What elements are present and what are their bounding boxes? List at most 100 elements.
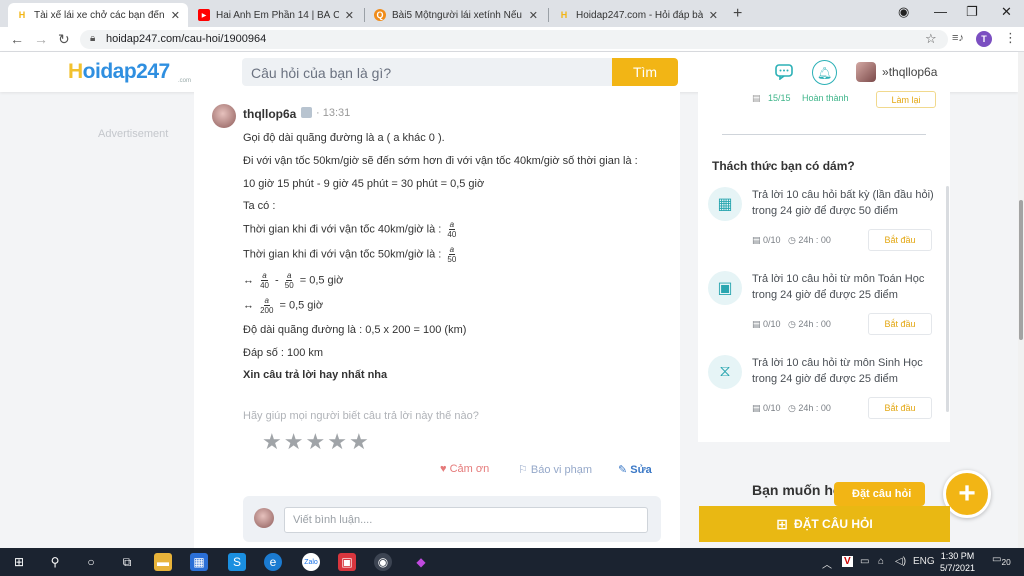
- close-tab-icon[interactable]: ✕: [709, 9, 718, 22]
- profile-avatar[interactable]: T: [976, 31, 992, 47]
- answer-username[interactable]: thqllop6a: [243, 107, 296, 121]
- comment-input[interactable]: Viết bình luận....: [284, 507, 648, 533]
- challenge-text: Trả lời 10 câu hỏi từ môn Toán Học trong…: [752, 273, 925, 301]
- tab-active[interactable]: H Tài xế lái xe chở các bạn đến rừng ✕: [8, 3, 188, 27]
- thanks-button[interactable]: ♥ Cảm ơn: [440, 463, 489, 475]
- menu-dots-icon[interactable]: ⋮: [1004, 30, 1017, 46]
- challenge-text: Trả lời 10 câu hỏi bất kỳ (lần đầu hỏi) …: [752, 189, 934, 217]
- start-challenge-button[interactable]: Bắt đầu: [868, 397, 932, 419]
- battery-icon[interactable]: ▭: [860, 556, 869, 567]
- close-window-icon[interactable]: ✕: [1001, 4, 1012, 20]
- site-header: Hoidap247 .com Câu hỏi của bạn là gì? Tì…: [0, 52, 1018, 92]
- report-button[interactable]: ⚐ Báo vi phạm: [518, 463, 592, 476]
- user-menu[interactable]: »thqllop6a: [882, 65, 937, 79]
- search-placeholder: Câu hỏi của bạn là gì?: [251, 65, 392, 81]
- fraction: a 40: [259, 271, 270, 290]
- user-avatar[interactable]: [856, 62, 876, 82]
- reload-icon[interactable]: ↻: [58, 31, 70, 48]
- clock[interactable]: 1:30 PM 5/7/2021: [940, 550, 975, 574]
- start-challenge-button[interactable]: Bắt đầu: [868, 229, 932, 251]
- fraction-numerator: a: [285, 271, 293, 281]
- close-tab-icon[interactable]: ✕: [171, 9, 180, 22]
- rating-prompt: Hãy giúp mọi người biết câu trả lời này …: [243, 410, 479, 422]
- tab-youtube[interactable]: ▶ Hai Anh Em Phần 14 | BÀ CH ✕: [190, 3, 362, 27]
- fraction-numerator: a: [448, 245, 456, 255]
- edit-button[interactable]: ✎ Sửa: [618, 463, 652, 476]
- ask-question-label: ĐẶT CÂU HỎI: [794, 517, 873, 531]
- file-explorer-icon[interactable]: ▬: [154, 553, 172, 571]
- vietkey-icon[interactable]: V: [842, 556, 853, 567]
- media-control-icon[interactable]: ≡♪: [952, 32, 964, 44]
- line-text: Thời gian khi đi với vận tốc 40km/giờ là…: [243, 223, 442, 236]
- bookmark-star-icon[interactable]: ☆: [925, 31, 937, 47]
- calculator-icon: ▣: [708, 271, 742, 305]
- ask-prompt-title: Bạn muốn hỏ: [752, 482, 842, 498]
- youtube-favicon-icon: ▶: [198, 9, 210, 21]
- restore-icon[interactable]: ❐: [966, 4, 978, 20]
- tray-expand-icon[interactable]: ︿: [822, 556, 832, 571]
- minimize-icon[interactable]: —: [934, 4, 947, 19]
- rating-star-icon[interactable]: ★: [349, 430, 369, 454]
- chrome-icon[interactable]: ◉: [374, 553, 392, 571]
- ask-question-button[interactable]: ⊞ ĐẶT CÂU HỎI: [699, 506, 950, 542]
- challenge-count: 0/10: [763, 403, 781, 413]
- user-chevron-icon: »: [882, 65, 889, 79]
- task-view-icon[interactable]: ⧉: [118, 553, 136, 571]
- equivalence-symbol: ↔: [243, 299, 254, 312]
- ask-question-tooltip[interactable]: Đặt câu hỏi: [834, 482, 926, 506]
- tab-hoidap[interactable]: H Hoidap247.com - Hỏi đáp bài tập ✕: [550, 3, 726, 27]
- comment-placeholder: Viết bình luận....: [293, 514, 373, 526]
- windows-start-icon[interactable]: ⊞: [10, 553, 28, 571]
- cortana-icon[interactable]: ○: [82, 553, 100, 571]
- progress-status: Hoàn thành: [802, 93, 849, 103]
- search-icon[interactable]: ⚲: [46, 553, 64, 571]
- site-logo[interactable]: Hoidap247: [68, 60, 170, 84]
- page-scrollbar-thumb[interactable]: [1019, 200, 1023, 340]
- tab-title: Tài xế lái xe chở các bạn đến rừng: [34, 9, 165, 21]
- answer-avatar[interactable]: [212, 104, 236, 128]
- store-icon[interactable]: ▦: [190, 553, 208, 571]
- rating-star-icon[interactable]: ★: [327, 430, 347, 454]
- retry-button[interactable]: Làm lại: [876, 91, 936, 108]
- answer-line: Xin câu trả lời hay nhất nha: [243, 369, 388, 381]
- app-icon[interactable]: ▣: [338, 553, 356, 571]
- fraction-denominator: 200: [260, 306, 274, 315]
- skype-icon[interactable]: S: [228, 553, 246, 571]
- chat-icon[interactable]: [775, 64, 793, 80]
- new-tab-icon[interactable]: +: [733, 5, 742, 23]
- network-icon[interactable]: ⌂: [878, 556, 884, 567]
- sidebar-scrollbar[interactable]: [946, 186, 949, 412]
- browser-tab-bar: H Tài xế lái xe chở các bạn đến rừng ✕ ▶…: [0, 0, 1024, 27]
- paint-icon[interactable]: ◆: [412, 553, 430, 571]
- back-icon[interactable]: ←: [10, 31, 24, 47]
- rating-star-icon[interactable]: ★: [284, 430, 304, 454]
- add-question-button[interactable]: +: [943, 470, 991, 518]
- challenge-time: 24h : 00: [798, 235, 831, 245]
- url-input[interactable]: 🔒︎ hoidap247.com/cau-hoi/1900964: [80, 30, 948, 49]
- minus-symbol: -: [275, 274, 279, 287]
- tab-search-dropdown-icon[interactable]: ◉: [898, 4, 909, 20]
- search-button[interactable]: Tìm: [612, 58, 678, 86]
- rating-star-icon[interactable]: ★: [305, 430, 325, 454]
- rating-star-icon[interactable]: ★: [262, 430, 282, 454]
- challenge-meta: ▤ 0/10 ◷ 24h : 00: [752, 403, 831, 413]
- search-input[interactable]: Câu hỏi của bạn là gì?: [242, 58, 612, 86]
- edge-icon[interactable]: e: [264, 553, 282, 571]
- zalo-icon[interactable]: Zalo: [302, 553, 320, 571]
- forward-icon[interactable]: →: [34, 31, 48, 47]
- close-tab-icon[interactable]: ✕: [529, 9, 538, 22]
- add-question-icon: ⊞: [776, 515, 789, 532]
- fraction-denominator: 40: [260, 281, 269, 290]
- hoidap-favicon-icon: H: [18, 10, 26, 20]
- tab-title: Hai Anh Em Phần 14 | BÀ CH: [216, 9, 339, 21]
- volume-icon[interactable]: ◁): [895, 556, 906, 567]
- notification-bell-icon[interactable]: 🔔︎: [812, 60, 837, 85]
- answer-line-fraction: Thời gian khi đi với vận tốc 50km/giờ là…: [243, 245, 459, 264]
- tab-search[interactable]: Q Bài5 Mộtngười lái xetính Nếu đi ✕: [366, 3, 546, 27]
- language-indicator[interactable]: ENG: [913, 556, 935, 567]
- tab-title: Bài5 Mộtngười lái xetính Nếu đi: [392, 9, 523, 21]
- start-challenge-button[interactable]: Bắt đầu: [868, 313, 932, 335]
- notification-center-icon[interactable]: ▭20: [992, 554, 1011, 567]
- tab-title: Hoidap247.com - Hỏi đáp bài tập: [576, 9, 703, 21]
- close-tab-icon[interactable]: ✕: [345, 9, 354, 22]
